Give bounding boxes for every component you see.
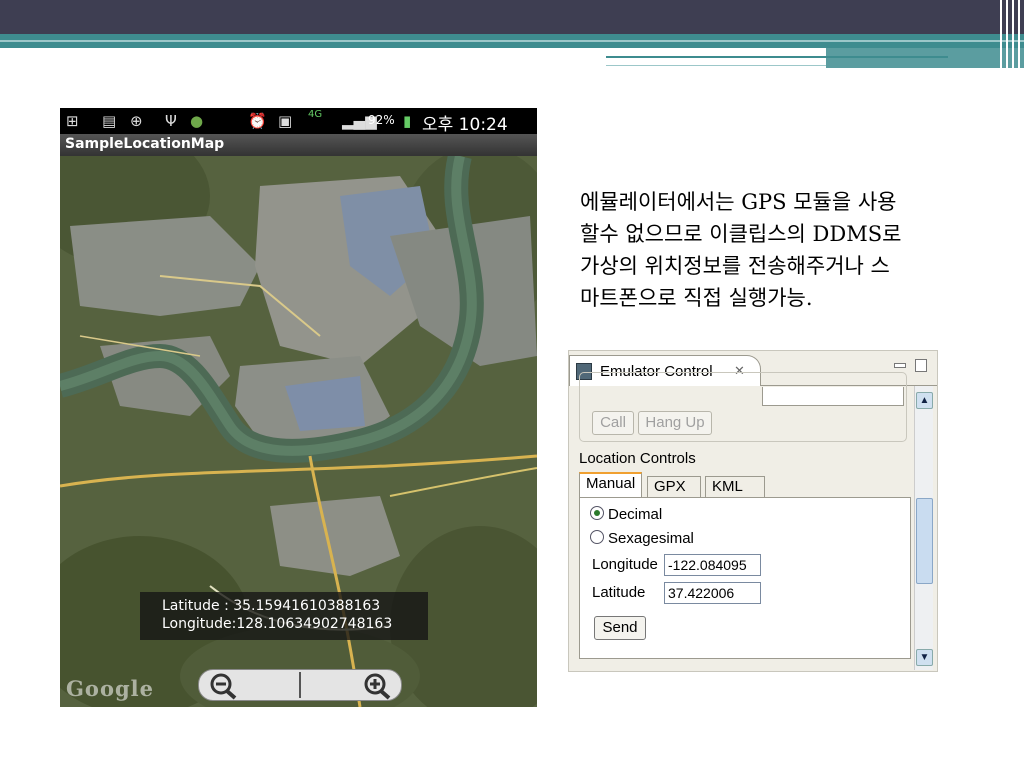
radio-decimal[interactable]: Decimal: [590, 506, 662, 523]
globe-icon: ●: [190, 112, 204, 130]
slide-description: 에뮬레이터에서는 GPS 모듈을 사용 할수 없으므로 이클립스의 DDMS로 …: [580, 186, 1000, 314]
scroll-down-icon[interactable]: ▼: [916, 649, 933, 666]
tab-manual[interactable]: Manual: [579, 472, 643, 498]
description-line: 에뮬레이터에서는 GPS 모듈을 사용: [580, 190, 897, 214]
google-logo: Google: [66, 676, 154, 701]
location-tabs: Manual GPX KML: [579, 472, 903, 498]
zoom-out-button[interactable]: [199, 670, 299, 700]
longitude-text: Longitude:128.10634902748163: [162, 616, 393, 632]
status-time: 오후 10:24: [422, 115, 508, 135]
radio-sexagesimal[interactable]: Sexagesimal: [590, 530, 694, 547]
radio-checked-icon: [590, 506, 604, 520]
radio-sexagesimal-label: Sexagesimal: [608, 530, 694, 547]
battery-percent: 92%: [368, 113, 395, 127]
status-bar: ⊞ ▤ ⊕ Ψ ● ⏰ ▣ 4G ▂▄▆ 92% ▮ 오후 10:24: [60, 108, 537, 135]
latitude-field[interactable]: 37.422006: [664, 582, 761, 604]
scroll-up-icon[interactable]: ▲: [916, 392, 933, 409]
zoom-out-icon: [210, 673, 237, 700]
menu-icon: ▤: [102, 112, 117, 130]
app-title: SampleLocationMap: [65, 136, 225, 152]
slide-accent-line: [606, 56, 948, 58]
app-title-bar: SampleLocationMap: [60, 134, 537, 156]
longitude-label: Longitude: [592, 556, 658, 573]
description-line: 가상의 위치정보를 전송해주거나 스: [580, 254, 890, 278]
slide-vertical-lines: [994, 0, 1024, 72]
longitude-field[interactable]: -122.084095: [664, 554, 761, 576]
telephony-group: Call Hang Up: [579, 372, 907, 442]
hang-up-button[interactable]: Hang Up: [638, 411, 712, 435]
radio-unchecked-icon: [590, 530, 604, 544]
latitude-label: Latitude: [592, 584, 646, 601]
network-type: 4G: [308, 109, 323, 120]
alarm-icon: ⏰: [248, 112, 267, 130]
tab-kml[interactable]: KML: [705, 476, 765, 497]
slide-accent-line-thin: [606, 65, 826, 66]
latitude-text: Latitude : 35.15941610388163: [162, 598, 381, 614]
emulator-control-panel: Emulator Control ✕ Call Hang Up Location…: [568, 350, 938, 672]
emulator-panel-body: Call Hang Up Location Controls Manual GP…: [569, 372, 911, 671]
description-line: 마트폰으로 직접 실행가능.: [580, 286, 813, 310]
gps-icon: ⊕: [130, 112, 143, 130]
zoom-control: [198, 669, 402, 701]
zoom-in-icon: [364, 673, 391, 700]
phone-screenshot: ⊞ ▤ ⊕ Ψ ● ⏰ ▣ 4G ▂▄▆ 92% ▮ 오후 10:24 Samp…: [60, 108, 537, 707]
add-icon: ⊞: [66, 112, 79, 130]
tab-gpx[interactable]: GPX: [647, 476, 701, 497]
vertical-scrollbar[interactable]: ▲ ▼: [914, 386, 933, 670]
maximize-icon[interactable]: [915, 359, 927, 372]
location-controls-label: Location Controls: [579, 450, 696, 467]
battery-icon: ▮: [403, 112, 412, 130]
radio-decimal-label: Decimal: [608, 506, 663, 523]
slide-header-highlight: [0, 40, 1024, 42]
data-icon: ▣: [278, 112, 293, 130]
manual-location-panel: Decimal Sexagesimal Longitude -122.08409…: [579, 497, 911, 659]
scrollbar-thumb[interactable]: [916, 498, 933, 584]
description-line: 할수 없으므로 이클립스의 DDMS로: [580, 222, 902, 246]
telephony-input[interactable]: [762, 387, 904, 406]
zoom-in-button[interactable]: [301, 670, 401, 700]
coordinate-overlay: Latitude : 35.15941610388163 Longitude:1…: [140, 592, 428, 640]
usb-icon: Ψ: [165, 112, 177, 130]
slide-header-bar: [0, 0, 1024, 34]
minimize-icon[interactable]: [894, 363, 906, 368]
send-button[interactable]: Send: [594, 616, 646, 640]
call-button[interactable]: Call: [592, 411, 634, 435]
